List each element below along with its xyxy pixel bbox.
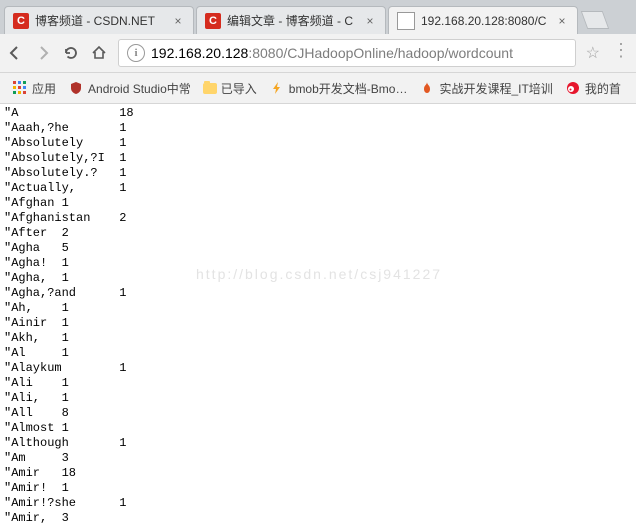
wordcount-row: "Almost 1	[4, 421, 632, 436]
bookmark-label: 我的首	[585, 80, 621, 97]
folder-icon	[203, 83, 217, 94]
wordcount-row: "Afghan 1	[4, 196, 632, 211]
bookmark-item[interactable]: 实战开发课程_IT培训	[413, 78, 558, 99]
close-icon[interactable]: ×	[555, 14, 569, 28]
weibo-icon	[565, 80, 581, 96]
bookmark-item[interactable]: bmob开发文档-Bmo…	[263, 78, 414, 99]
bookmark-label: 应用	[32, 80, 56, 97]
url-path: :8080/CJHadoopOnline/hadoop/wordcount	[248, 45, 513, 61]
new-tab-button[interactable]	[581, 11, 610, 29]
wordcount-row: "All 8	[4, 406, 632, 421]
wordcount-row: "Absolutely.? 1	[4, 166, 632, 181]
site-info-icon[interactable]: i	[127, 44, 145, 62]
tab-strip: C博客频道 - CSDN.NET×C编辑文章 - 博客频道 - C×192.16…	[0, 0, 636, 34]
bookmark-item[interactable]: 已导入	[197, 78, 263, 99]
wordcount-row: "Ainir 1	[4, 316, 632, 331]
wordcount-row: "Agha, 1	[4, 271, 632, 286]
wordcount-row: "Agha! 1	[4, 256, 632, 271]
wordcount-row: "Agha 5	[4, 241, 632, 256]
wordcount-row: "Ali 1	[4, 376, 632, 391]
wordcount-row: "Actually, 1	[4, 181, 632, 196]
bookmark-label: bmob开发文档-Bmo…	[289, 80, 408, 97]
toolbar: i 192.168.20.128:8080/CJHadoopOnline/had…	[0, 34, 636, 73]
url-host: 192.168.20.128	[151, 45, 248, 61]
csdn-icon: C	[205, 13, 221, 29]
menu-icon[interactable]: ⋮	[612, 43, 630, 63]
bookmark-item[interactable]: 我的首	[559, 78, 627, 99]
shield-icon	[68, 80, 84, 96]
page-icon	[397, 12, 415, 30]
home-button[interactable]	[90, 44, 108, 62]
browser-tab[interactable]: 192.168.20.128:8080/C ×	[388, 6, 578, 34]
bookmark-item[interactable]: Android Studio中常	[62, 78, 197, 99]
reload-button[interactable]	[62, 44, 80, 62]
wordcount-row: "A 18	[4, 106, 632, 121]
wordcount-row: "Afghanistan 2	[4, 211, 632, 226]
wordcount-row: "Aaah,?he 1	[4, 121, 632, 136]
forward-button[interactable]	[34, 44, 52, 62]
bookmarks-bar: 应用 Android Studio中常 已导入 bmob开发文档-Bmo… 实战开发课程…	[0, 73, 636, 104]
wordcount-row: "Alaykum 1	[4, 361, 632, 376]
wordcount-row: "Although 1	[4, 436, 632, 451]
bookmark-item[interactable]: 应用	[6, 78, 62, 99]
csdn-icon: C	[13, 13, 29, 29]
apps-icon	[12, 80, 28, 96]
tab-title: 博客频道 - CSDN.NET	[35, 12, 167, 29]
back-button[interactable]	[6, 44, 24, 62]
wordcount-row: "Amir, 3	[4, 511, 632, 525]
browser-tab[interactable]: C 编辑文章 - 博客频道 - C ×	[196, 6, 386, 34]
wordcount-row: "Amir! 1	[4, 481, 632, 496]
wordcount-row: "Agha,?and 1	[4, 286, 632, 301]
bookmark-star-icon[interactable]: ☆	[586, 43, 600, 63]
bolt-icon	[269, 80, 285, 96]
bookmark-label: Android Studio中常	[88, 80, 191, 97]
close-icon[interactable]: ×	[171, 14, 185, 28]
tab-title: 编辑文章 - 博客频道 - C	[227, 12, 359, 29]
wordcount-row: "Am 3	[4, 451, 632, 466]
wordcount-row: "Amir 18	[4, 466, 632, 481]
wordcount-row: "After 2	[4, 226, 632, 241]
browser-tab[interactable]: C 博客频道 - CSDN.NET ×	[4, 6, 194, 34]
close-icon[interactable]: ×	[363, 14, 377, 28]
wordcount-row: "Akh, 1	[4, 331, 632, 346]
bookmark-label: 实战开发课程_IT培训	[439, 80, 552, 97]
flame-icon	[419, 80, 435, 96]
wordcount-row: "Amir!?she 1	[4, 496, 632, 511]
tab-title: 192.168.20.128:8080/C	[421, 14, 551, 28]
address-bar[interactable]: i 192.168.20.128:8080/CJHadoopOnline/had…	[118, 39, 576, 67]
wordcount-row: "Ah, 1	[4, 301, 632, 316]
wordcount-row: "Al 1	[4, 346, 632, 361]
wordcount-row: "Absolutely 1	[4, 136, 632, 151]
bookmark-label: 已导入	[221, 80, 257, 97]
wordcount-row: "Absolutely,?I 1	[4, 151, 632, 166]
page-content: http://blog.csdn.net/csj941227 "A 18"Aaa…	[0, 104, 636, 525]
wordcount-row: "Ali, 1	[4, 391, 632, 406]
